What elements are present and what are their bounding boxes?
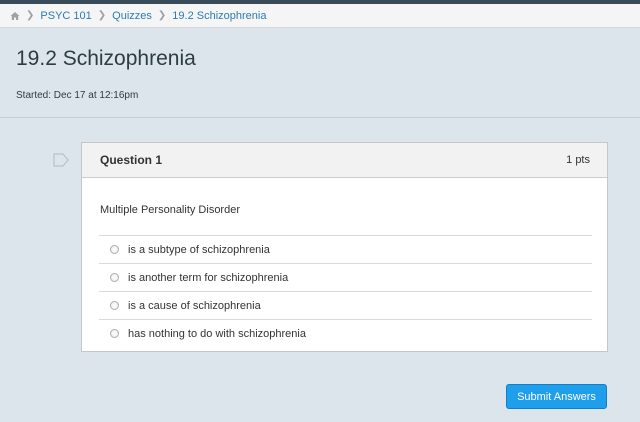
- submit-answers-button[interactable]: Submit Answers: [506, 384, 607, 409]
- radio-button[interactable]: [110, 301, 119, 310]
- page-title: 19.2 Schizophrenia: [16, 47, 196, 70]
- breadcrumb-quizzes[interactable]: Quizzes: [112, 10, 152, 22]
- answer-option[interactable]: is a subtype of schizophrenia: [99, 235, 592, 263]
- quiz-header: 19.2 Schizophrenia Started: Dec 17 at 12…: [0, 29, 640, 117]
- radio-button[interactable]: [110, 245, 119, 254]
- answer-option[interactable]: has nothing to do with schizophrenia: [99, 319, 592, 347]
- question-flag-icon[interactable]: [53, 153, 69, 167]
- question-header: Question 1 1 pts: [82, 143, 607, 178]
- question-text: Multiple Personality Disorder: [100, 204, 240, 216]
- question-title: Question 1: [100, 153, 163, 167]
- breadcrumb-separator: ❯: [26, 10, 35, 21]
- answer-list: is a subtype of schizophrenia is another…: [99, 235, 592, 347]
- home-icon[interactable]: [10, 11, 20, 21]
- breadcrumb-current[interactable]: 19.2 Schizophrenia: [172, 10, 266, 22]
- answer-label[interactable]: is another term for schizophrenia: [128, 272, 288, 284]
- answer-option[interactable]: is another term for schizophrenia: [99, 263, 592, 291]
- started-timestamp: Started: Dec 17 at 12:16pm: [16, 90, 139, 101]
- question-points: 1 pts: [566, 154, 590, 166]
- breadcrumb-separator: ❯: [157, 10, 167, 21]
- breadcrumb-separator: ❯: [97, 10, 107, 21]
- question-card: Question 1 1 pts Multiple Personality Di…: [81, 142, 608, 352]
- radio-button[interactable]: [110, 329, 119, 338]
- answer-label[interactable]: is a cause of schizophrenia: [128, 300, 261, 312]
- answer-option[interactable]: is a cause of schizophrenia: [99, 291, 592, 319]
- header-divider: [0, 117, 640, 118]
- radio-button[interactable]: [110, 273, 119, 282]
- answer-label[interactable]: is a subtype of schizophrenia: [128, 244, 270, 256]
- breadcrumb-course[interactable]: PSYC 101: [40, 10, 91, 22]
- answer-label[interactable]: has nothing to do with schizophrenia: [128, 328, 306, 340]
- breadcrumb: ❯ PSYC 101 ❯ Quizzes ❯ 19.2 Schizophreni…: [0, 4, 640, 28]
